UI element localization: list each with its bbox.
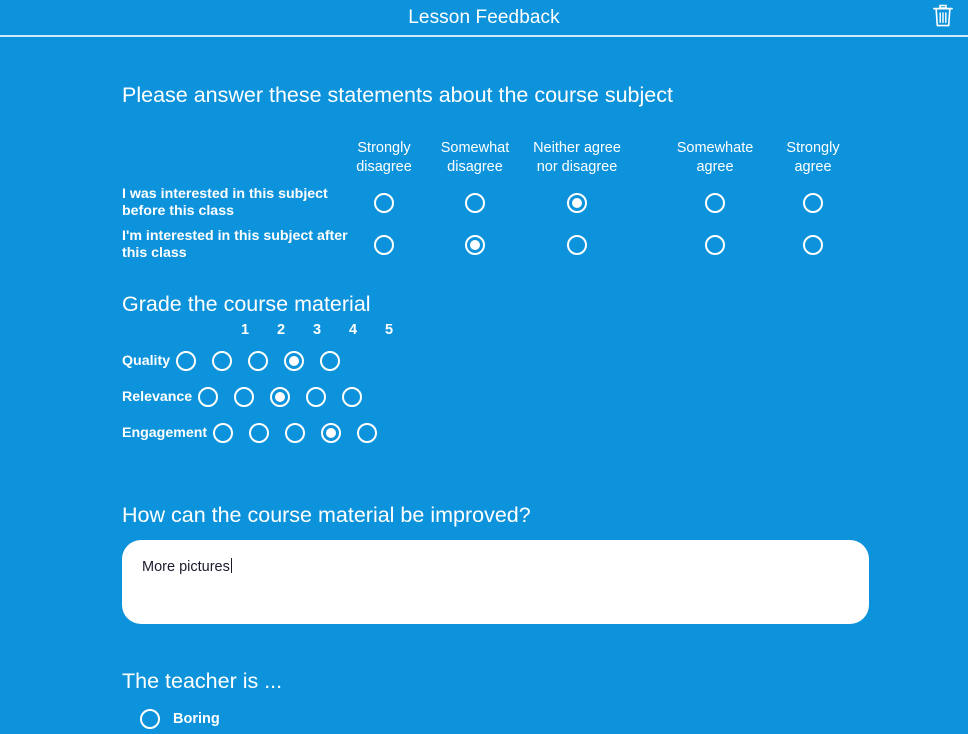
grade-radio-group [198, 387, 363, 407]
likert-rows: I was interested in this subject before … [122, 186, 882, 270]
likert-column-label-line1: Neither agree [533, 139, 621, 156]
grade-row-label: Relevance [122, 388, 193, 405]
likert-radio-r1-c3[interactable] [705, 234, 725, 255]
likert-radio-cell [705, 234, 725, 260]
likert-radio-r1-c0[interactable] [374, 234, 394, 255]
grade-radio-r0-c4[interactable] [320, 351, 341, 371]
grade-rows: Quality Relevance Engagement [122, 343, 378, 451]
section-teacher: The teacher is ... Boring [122, 669, 283, 729]
section-grade: Grade the course material 1 2 3 4 5 Quality R… [122, 292, 393, 443]
teacher-radio-0[interactable] [140, 709, 160, 729]
section-statements: Please answer these statements about the… [122, 83, 840, 260]
grade-radio-group [213, 423, 378, 443]
likert-radio-r1-c2[interactable] [567, 234, 587, 255]
trash-icon [932, 3, 954, 33]
likert-statement-row: I'm interested in this subject after thi… [122, 228, 882, 270]
likert-radio-cell [374, 192, 394, 218]
likert-statement-row: I was interested in this subject before … [122, 186, 882, 228]
section-statements-title: Please answer these statements about the… [122, 83, 673, 107]
survey-body: Please answer these statements about the… [0, 37, 968, 734]
page-title: Lesson Feedback [408, 7, 560, 28]
likert-statement-label: I was interested in this subject before … [122, 185, 328, 219]
delete-button[interactable] [928, 3, 958, 33]
grade-row: Engagement [122, 415, 378, 451]
likert-radio-cell [374, 234, 394, 260]
section-improve-title: How can the course material be improved? [122, 503, 531, 527]
likert-column-label-line2: agree [794, 158, 832, 175]
improve-textarea[interactable]: More pictures [122, 540, 869, 624]
teacher-option-label: Boring [173, 710, 220, 727]
grade-radio-r2-c4[interactable] [357, 423, 378, 443]
grade-radio-r1-c4[interactable] [342, 387, 363, 407]
likert-radio-r0-c3[interactable] [705, 192, 725, 213]
likert-column-label-line1: Strongly [786, 139, 840, 156]
likert-radio-r1-c4[interactable] [803, 234, 823, 255]
grade-radio-r2-c1[interactable] [249, 423, 270, 443]
grade-scale-number-3: 3 [312, 322, 322, 338]
likert-radio-cell [803, 234, 823, 260]
grade-scale-headers: 1 2 3 4 5 [122, 323, 442, 345]
grade-radio-r0-c1[interactable] [212, 351, 233, 371]
likert-column-label-3: Somewhate agree [677, 139, 754, 177]
grade-scale-number-2: 2 [276, 322, 286, 338]
likert-radio-cell [465, 234, 485, 255]
teacher-options: Boring [140, 706, 220, 732]
likert-radio-r1-c1[interactable] [465, 234, 485, 255]
text-caret [230, 558, 232, 573]
grade-scale-number-5: 5 [384, 322, 394, 338]
grade-scale-number-4: 4 [348, 322, 358, 338]
likert-statement-label: I'm interested in this subject after thi… [122, 227, 348, 261]
section-improve: How can the course material be improved?… [122, 503, 869, 624]
likert-column-label-2: Neither agree nor disagree [533, 139, 621, 177]
grade-radio-r1-c3[interactable] [306, 387, 327, 407]
grade-radio-r0-c0[interactable] [176, 351, 197, 371]
likert-radio-cell [567, 192, 587, 213]
app-header: Lesson Feedback [0, 0, 968, 37]
likert-column-label-line1: Strongly [357, 139, 411, 156]
likert-column-label-line2: nor disagree [536, 158, 618, 175]
likert-radio-cell [465, 192, 485, 218]
likert-column-label-line1: Somewhat [440, 139, 510, 156]
grade-radio-r2-c2[interactable] [285, 423, 306, 443]
likert-column-label-line2: agree [696, 158, 734, 175]
grade-row-label: Quality [122, 352, 171, 369]
likert-radio-cell [803, 192, 823, 218]
section-teacher-title: The teacher is ... [122, 669, 283, 693]
grade-radio-r1-c0[interactable] [198, 387, 219, 407]
teacher-option[interactable]: Boring [140, 706, 220, 732]
likert-column-label-4: Strongly agree [786, 139, 839, 177]
likert-column-label-line2: disagree [447, 158, 503, 175]
grade-scale-number-1: 1 [240, 322, 250, 338]
likert-radio-r0-c4[interactable] [803, 192, 823, 213]
likert-column-label-line1: Somewhate [676, 139, 754, 156]
likert-column-label-1: Somewhat disagree [441, 139, 510, 177]
grade-radio-r2-c3[interactable] [321, 423, 342, 443]
likert-radio-r0-c1[interactable] [465, 192, 485, 213]
likert-radio-r0-c0[interactable] [374, 192, 394, 213]
grade-row: Quality [122, 343, 377, 379]
grade-radio-group [176, 351, 341, 371]
likert-column-headers: Strongly disagree Somewhat disagree Neither … [122, 139, 882, 183]
likert-radio-r0-c2[interactable] [567, 192, 587, 213]
likert-radio-cell [567, 234, 587, 260]
grade-radio-r2-c0[interactable] [213, 423, 234, 443]
likert-radio-cell [705, 192, 725, 218]
grade-row-label: Engagement [122, 424, 208, 441]
grade-radio-r0-c2[interactable] [248, 351, 269, 371]
grade-radio-r0-c3[interactable] [284, 351, 305, 371]
grade-radio-r1-c1[interactable] [234, 387, 255, 407]
likert-column-label-0: Strongly disagree [356, 139, 412, 177]
grade-radio-r1-c2[interactable] [270, 387, 291, 407]
likert-column-label-line2: disagree [356, 158, 412, 175]
section-grade-title: Grade the course material [122, 292, 371, 316]
grade-row: Relevance [122, 379, 377, 415]
improve-textarea-value: More pictures [142, 559, 230, 575]
